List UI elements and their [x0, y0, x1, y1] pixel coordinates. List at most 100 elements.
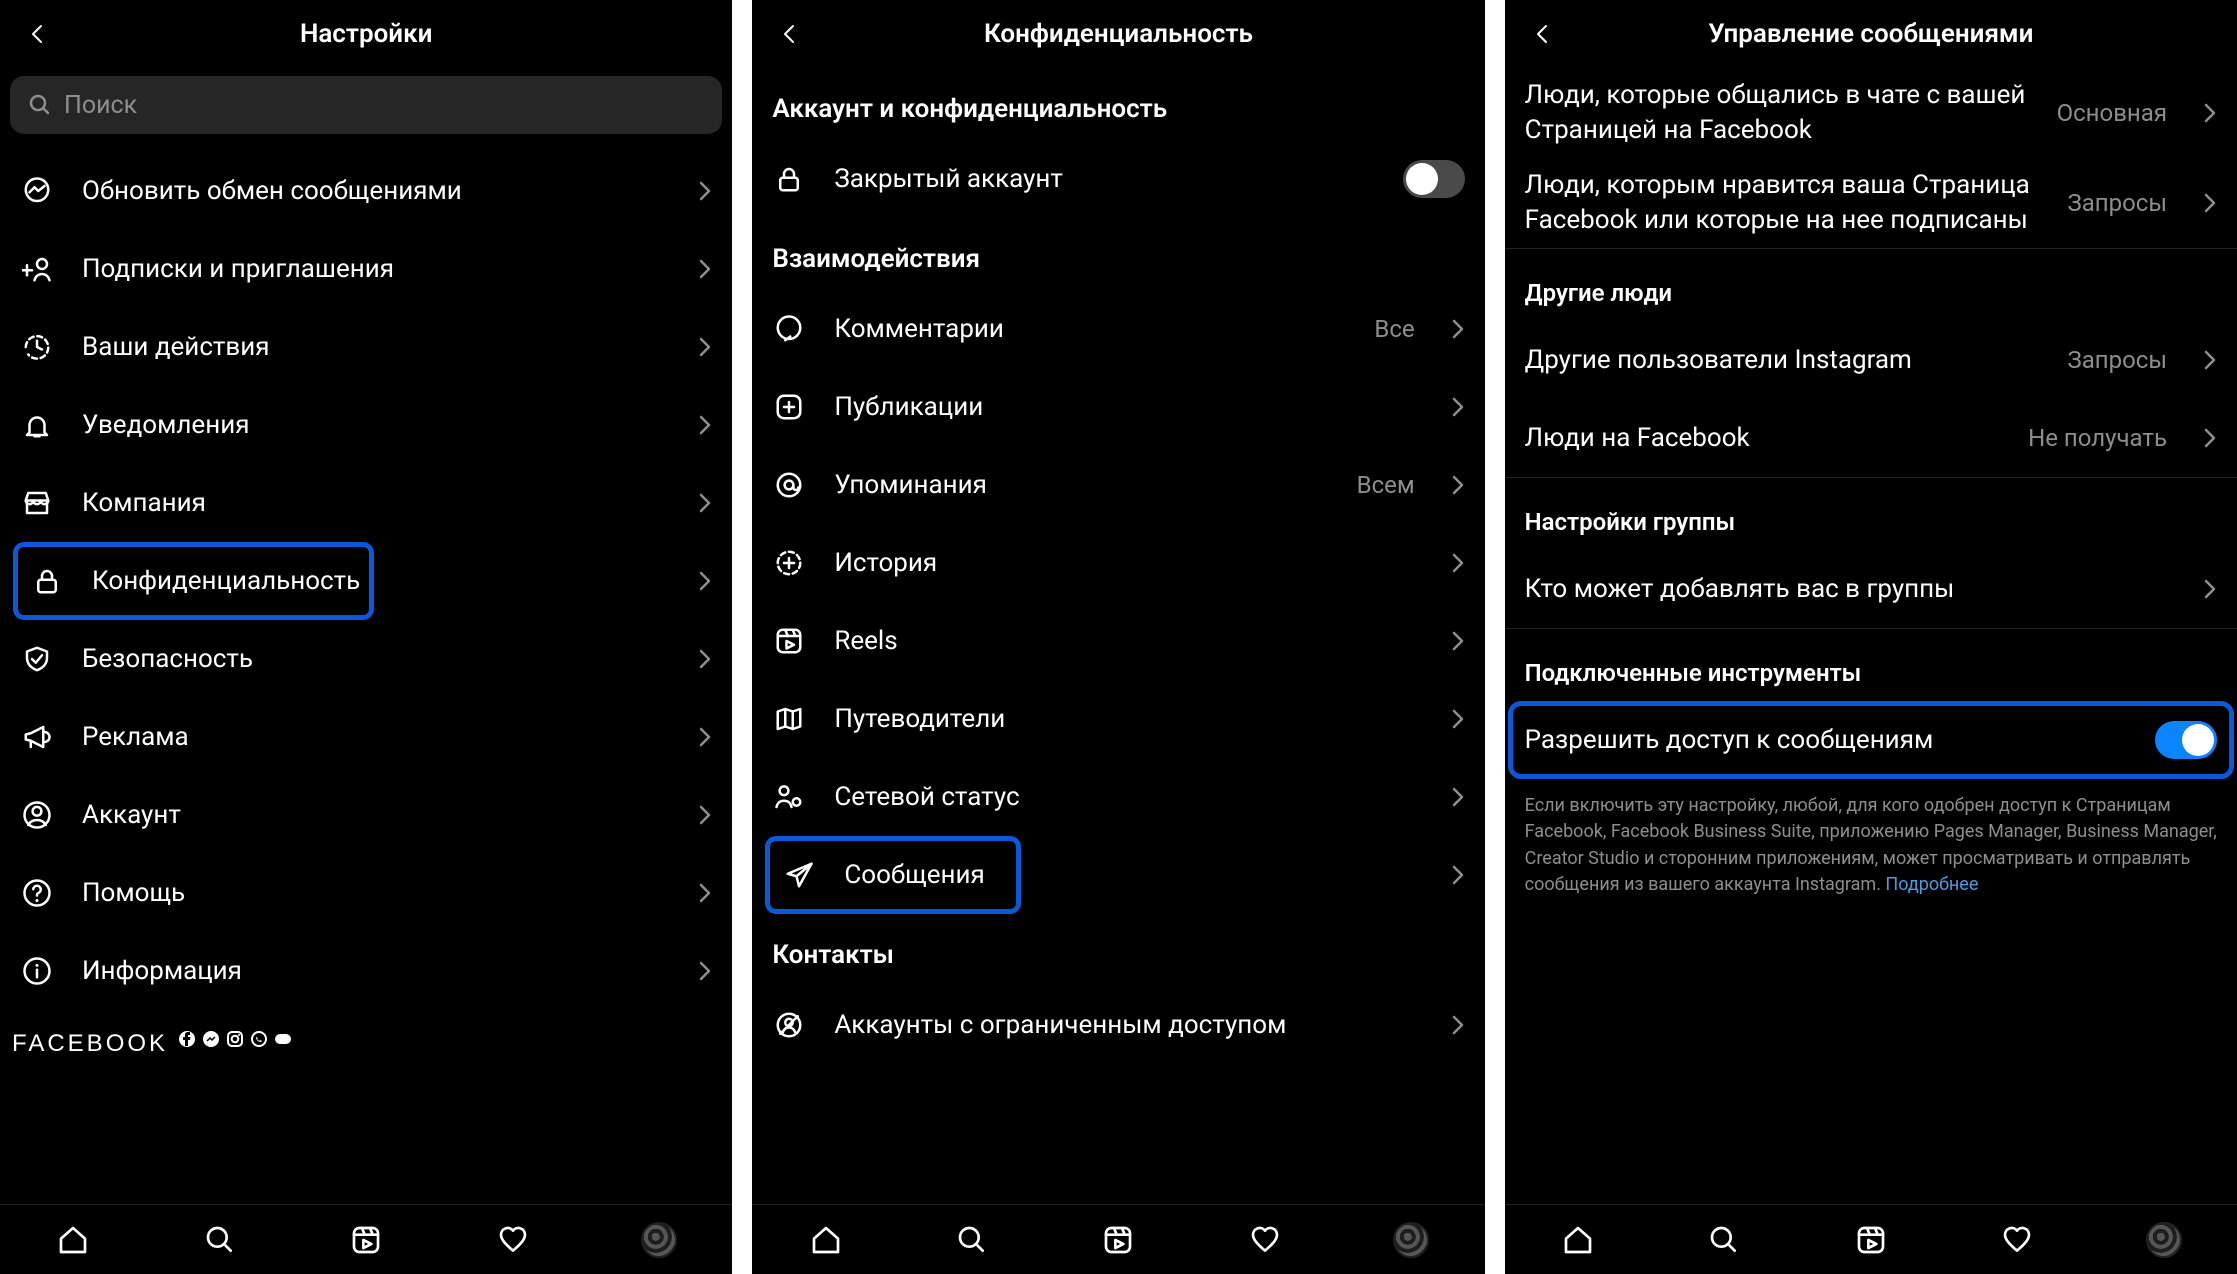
tab-likes[interactable]: [491, 1218, 535, 1262]
tab-search[interactable]: [198, 1218, 242, 1262]
row-allow-messages[interactable]: Разрешить доступ к сообщениям: [1511, 704, 2231, 776]
chevron-right-icon: [698, 726, 712, 748]
row-comments[interactable]: Комментарии Все: [752, 290, 1484, 368]
row-guides[interactable]: Путеводители: [752, 680, 1484, 758]
chevron-right-icon: [698, 882, 712, 904]
tab-bar: [1505, 1204, 2237, 1274]
lock-icon: [30, 564, 64, 598]
row-label: Разрешить доступ к сообщениям: [1525, 725, 2127, 755]
row-private-account[interactable]: Закрытый аккаунт: [752, 140, 1484, 218]
message-controls-screen: Управление сообщениями Люди, которые общ…: [1505, 0, 2237, 1274]
row-chat-page[interactable]: Люди, которые общались в чате с вашей Ст…: [1505, 68, 2237, 158]
tab-likes[interactable]: [1243, 1218, 1287, 1262]
row-label: Уведомления: [82, 410, 670, 440]
row-label: Закрытый аккаунт: [834, 164, 1374, 194]
chevron-right-icon: [2203, 427, 2217, 449]
send-icon: [782, 858, 816, 892]
lock-icon: [772, 162, 806, 196]
chevron-right-icon: [1451, 474, 1465, 496]
tab-search[interactable]: [1702, 1218, 1746, 1262]
row-others-ig[interactable]: Другие пользователи Instagram Запросы: [1505, 321, 2237, 399]
allow-messages-toggle[interactable]: [2155, 721, 2217, 759]
page-title: Управление сообщениями: [1521, 19, 2221, 49]
activity-icon: [20, 330, 54, 364]
footer-brand: FACEBOOK: [12, 1030, 168, 1058]
chevron-right-icon: [1451, 552, 1465, 574]
row-messages[interactable]: Сообщения: [768, 839, 1018, 911]
avatar: [641, 1222, 677, 1258]
tab-search[interactable]: [950, 1218, 994, 1262]
row-label: Люди на Facebook: [1525, 423, 2000, 453]
row-group-who[interactable]: Кто может добавлять вас в группы: [1505, 550, 2237, 628]
section-interactions: Взаимодействия: [752, 218, 1484, 290]
row-privacy[interactable]: Конфиденциальность: [16, 545, 371, 617]
tab-reels[interactable]: [1096, 1218, 1140, 1262]
tab-likes[interactable]: [1995, 1218, 2039, 1262]
row-story[interactable]: История: [752, 524, 1484, 602]
active-status-icon: [772, 780, 806, 814]
section-others: Другие люди: [1505, 249, 2237, 321]
row-label: Аккаунты с ограниченным доступом: [834, 1010, 1422, 1040]
row-ads[interactable]: Реклама: [0, 698, 732, 776]
content: Люди, которые общались в чате с вашей Ст…: [1505, 68, 2237, 1204]
chevron-right-icon: [2203, 349, 2217, 371]
row-account[interactable]: Аккаунт: [0, 776, 732, 854]
row-restricted[interactable]: Аккаунты с ограниченным доступом: [752, 986, 1484, 1064]
row-likes-page[interactable]: Люди, которым нравится ваша Страница Fac…: [1505, 158, 2237, 248]
story-icon: [772, 546, 806, 580]
row-notifications[interactable]: Уведомления: [0, 386, 732, 464]
learn-more-link[interactable]: Подробнее: [1885, 874, 1978, 895]
row-follows[interactable]: Подписки и приглашения: [0, 230, 732, 308]
header: Управление сообщениями: [1505, 0, 2237, 68]
chevron-right-icon: [698, 960, 712, 982]
chevron-right-icon: [1451, 864, 1465, 886]
row-people-fb[interactable]: Люди на Facebook Не получать: [1505, 399, 2237, 477]
header: Настройки: [0, 0, 732, 68]
comment-icon: [772, 312, 806, 346]
row-help[interactable]: Помощь: [0, 854, 732, 932]
row-security[interactable]: Безопасность: [0, 620, 732, 698]
row-label: Помощь: [82, 878, 670, 908]
row-posts[interactable]: Публикации: [752, 368, 1484, 446]
shield-icon: [20, 642, 54, 676]
row-label: Аккаунт: [82, 800, 670, 830]
row-label: Комментарии: [834, 314, 1346, 344]
row-active-status[interactable]: Сетевой статус: [752, 758, 1484, 836]
messenger-dot-icon: [202, 1030, 220, 1048]
row-label: Сетевой статус: [834, 782, 1422, 812]
add-person-icon: [20, 252, 54, 286]
row-update-messaging[interactable]: Обновить обмен сообщениями: [0, 152, 732, 230]
row-label: Публикации: [834, 392, 1422, 422]
row-reels[interactable]: Reels: [752, 602, 1484, 680]
tab-home[interactable]: [51, 1218, 95, 1262]
tab-profile[interactable]: [2142, 1218, 2186, 1262]
chevron-right-icon: [1451, 630, 1465, 652]
search-icon: [28, 93, 52, 117]
chevron-right-icon: [698, 570, 712, 592]
messenger-icon: [20, 174, 54, 208]
tab-home[interactable]: [804, 1218, 848, 1262]
row-label: Ваши действия: [82, 332, 670, 362]
tab-reels[interactable]: [1849, 1218, 1893, 1262]
row-about[interactable]: Информация: [0, 932, 732, 1010]
row-label: Люди, которым нравится ваша Страница Fac…: [1525, 158, 2040, 248]
section-account: Аккаунт и конфиденциальность: [752, 68, 1484, 140]
search-input[interactable]: Поиск: [10, 76, 722, 134]
tab-home[interactable]: [1556, 1218, 1600, 1262]
row-mentions[interactable]: Упоминания Всем: [752, 446, 1484, 524]
row-activity[interactable]: Ваши действия: [0, 308, 732, 386]
chevron-right-icon: [2203, 578, 2217, 600]
tab-bar: [0, 1204, 732, 1274]
row-label: Reels: [834, 626, 1422, 656]
tab-reels[interactable]: [344, 1218, 388, 1262]
chevron-right-icon: [698, 336, 712, 358]
private-account-toggle[interactable]: [1403, 160, 1465, 198]
section-contacts: Контакты: [752, 914, 1484, 986]
row-business[interactable]: Компания: [0, 464, 732, 542]
map-icon: [772, 702, 806, 736]
tab-profile[interactable]: [637, 1218, 681, 1262]
brand-icons: [178, 1030, 292, 1048]
row-label: Другие пользователи Instagram: [1525, 345, 2040, 375]
disclaimer-text: Если включить эту настройку, любой, для …: [1525, 795, 2217, 894]
tab-profile[interactable]: [1389, 1218, 1433, 1262]
